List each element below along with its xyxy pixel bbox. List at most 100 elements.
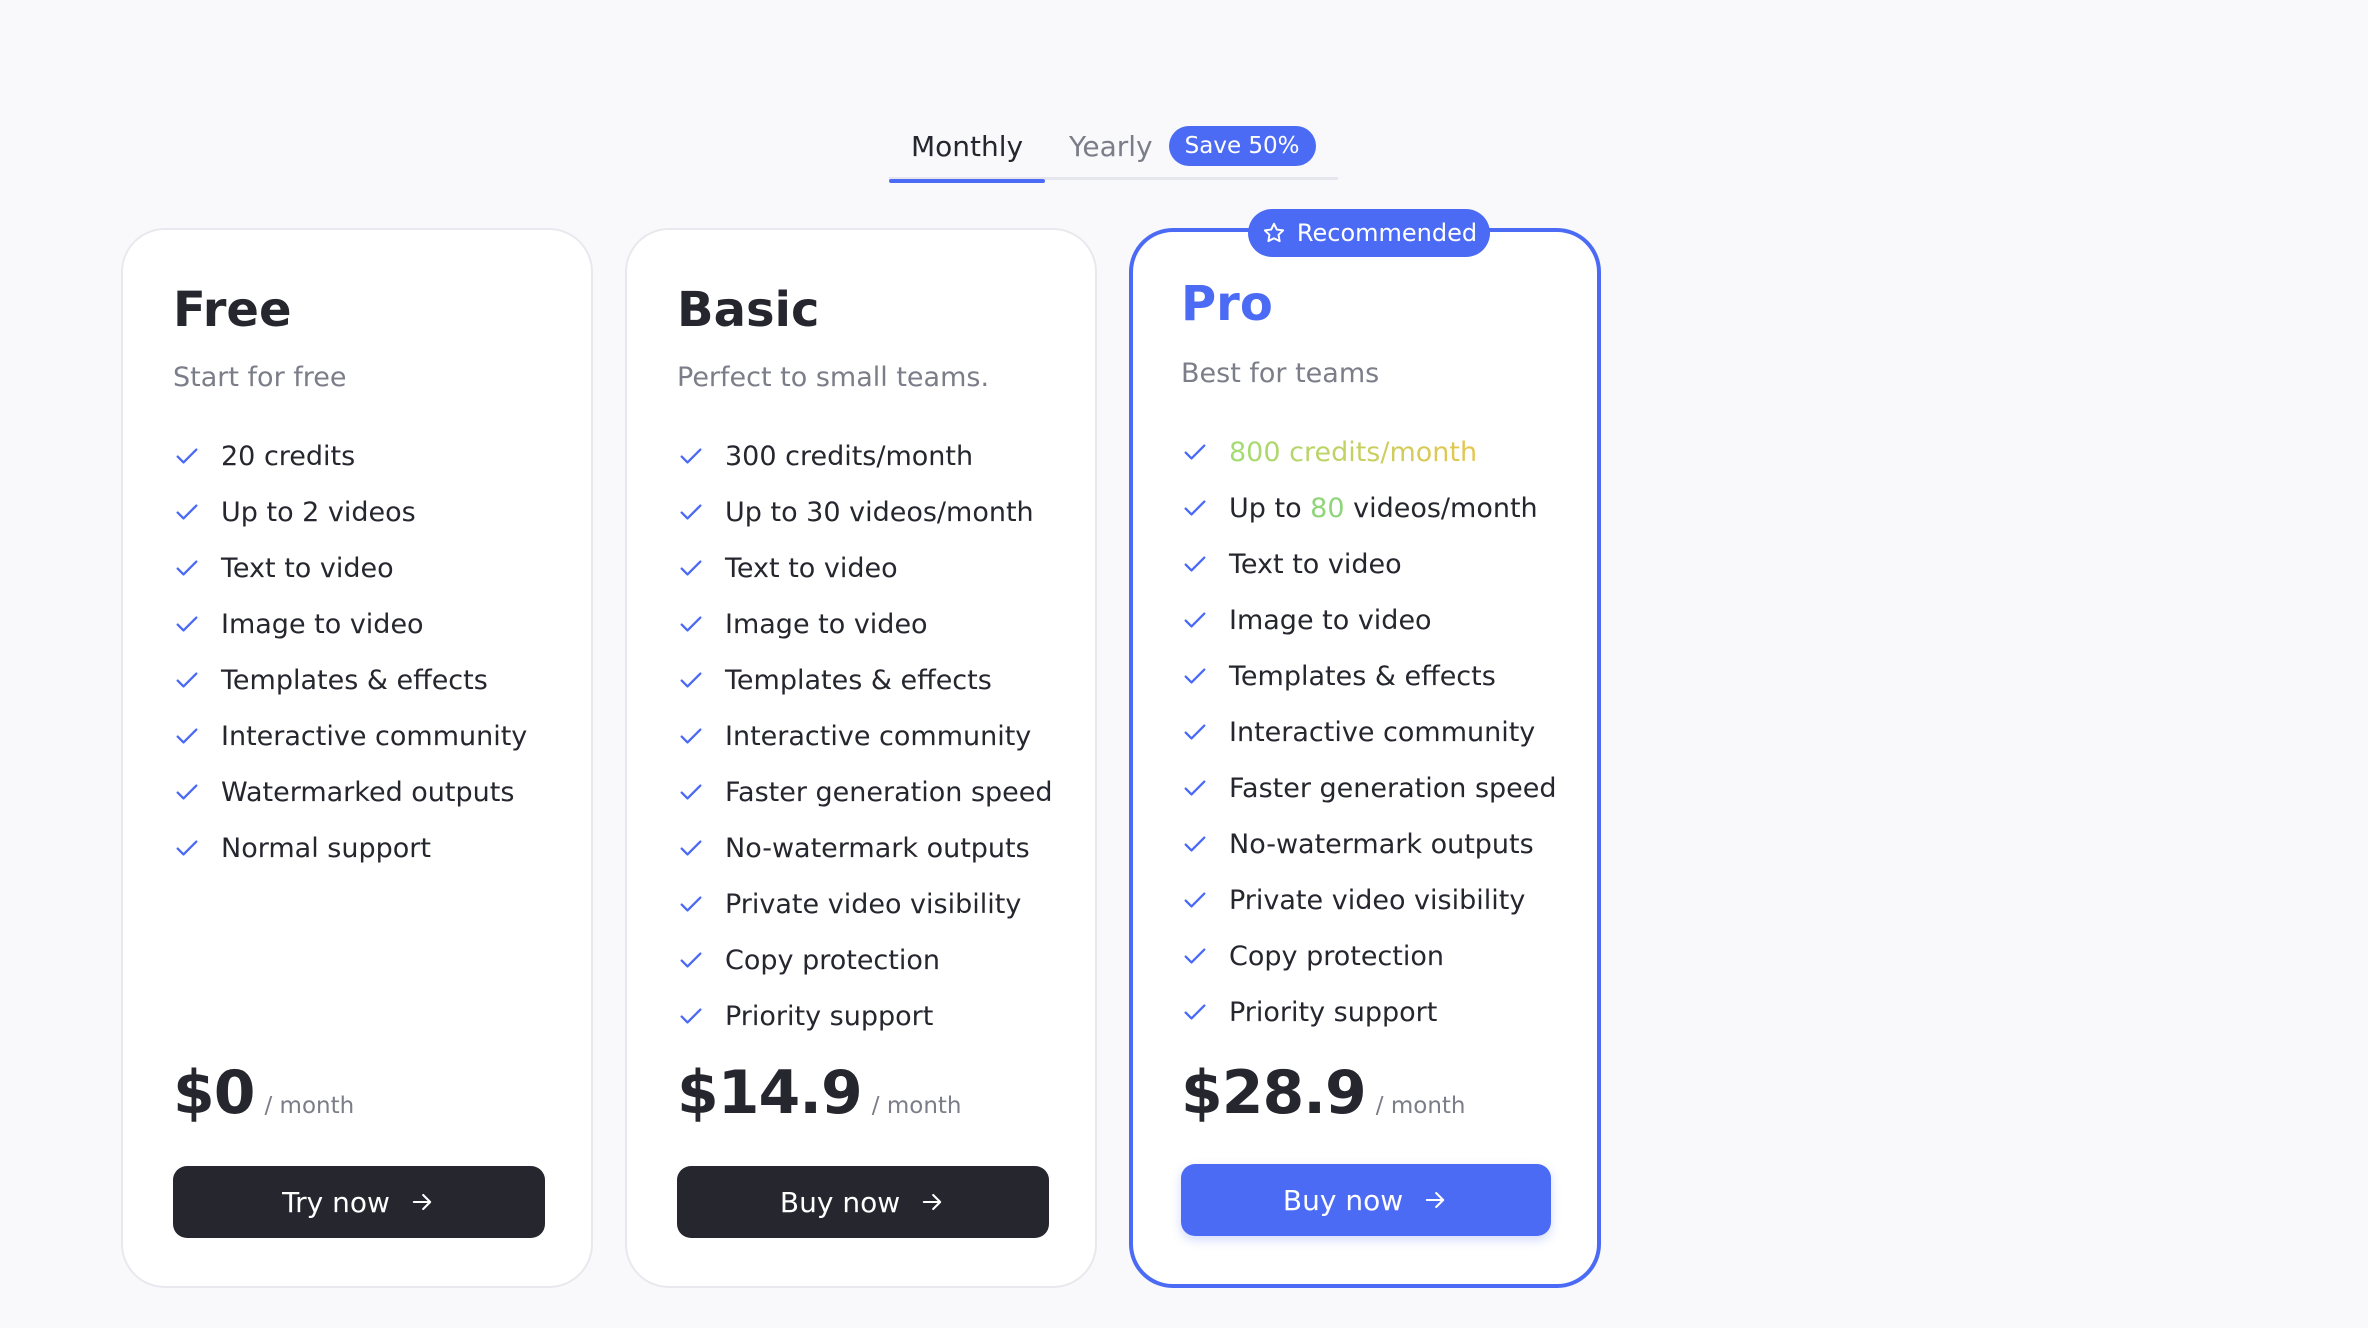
check-icon xyxy=(680,840,702,856)
cta-label: Buy now xyxy=(779,1185,901,1219)
check-icon xyxy=(1184,836,1206,852)
feature-item: 300 credits/month xyxy=(677,428,1053,484)
tab-monthly[interactable]: Monthly xyxy=(889,112,1045,183)
feature-item: Private video visibility xyxy=(1181,872,1557,928)
feature-item: Text to video xyxy=(173,540,527,596)
buy-now-button-basic[interactable]: Buy now xyxy=(677,1166,1049,1238)
feature-label: Templates & effects xyxy=(1229,660,1496,692)
check-icon xyxy=(680,728,702,744)
check-icon xyxy=(176,728,198,744)
feature-label: Templates & effects xyxy=(725,664,992,696)
feature-list: 300 credits/month Up to 30 videos/month … xyxy=(677,428,1053,1044)
feature-label: Up to 80 videos/month xyxy=(1229,493,1538,524)
check-icon xyxy=(1184,724,1206,740)
check-icon xyxy=(1184,556,1206,572)
check-icon xyxy=(1184,612,1206,628)
feature-label: Priority support xyxy=(725,1000,934,1032)
save-badge: Save 50% xyxy=(1168,126,1316,166)
feature-item: 800 credits/month xyxy=(1181,424,1557,480)
feature-item: Up to 30 videos/month xyxy=(677,484,1053,540)
check-icon xyxy=(1184,500,1206,516)
feature-label: 300 credits/month xyxy=(725,440,974,472)
arrow-right-icon xyxy=(412,1193,432,1211)
price-period: / month xyxy=(1375,1093,1466,1119)
feature-label: Text to video xyxy=(725,552,898,584)
check-icon xyxy=(176,672,198,688)
feature-item: Up to 2 videos xyxy=(173,484,527,540)
feature-item: Faster generation speed xyxy=(677,764,1053,820)
check-icon xyxy=(680,448,702,464)
plan-name: Pro xyxy=(1181,276,1273,332)
try-now-button[interactable]: Try now xyxy=(173,1166,545,1238)
check-icon xyxy=(680,952,702,968)
check-icon xyxy=(680,616,702,632)
tab-yearly-label: Yearly xyxy=(1069,129,1153,163)
feature-label: Faster generation speed xyxy=(1229,772,1557,804)
feature-item: Interactive community xyxy=(1181,704,1557,760)
buy-now-button-pro[interactable]: Buy now xyxy=(1181,1164,1551,1236)
feature-label: Interactive community xyxy=(1229,716,1536,748)
check-icon xyxy=(680,784,702,800)
price-amount: $28.9 xyxy=(1181,1058,1367,1128)
check-icon xyxy=(680,504,702,520)
feature-item: No-watermark outputs xyxy=(1181,816,1557,872)
feature-label: Templates & effects xyxy=(221,664,488,696)
feature-item: Private video visibility xyxy=(677,876,1053,932)
feature-item: Interactive community xyxy=(677,708,1053,764)
check-icon xyxy=(176,784,198,800)
feature-item: Text to video xyxy=(1181,536,1557,592)
feature-label: 20 credits xyxy=(221,440,356,472)
feature-item: Templates & effects xyxy=(1181,648,1557,704)
plan-name: Basic xyxy=(677,282,820,338)
feature-item: Priority support xyxy=(677,988,1053,1044)
feature-item: Copy protection xyxy=(677,932,1053,988)
plan-card-free: Free Start for free 20 credits Up to 2 v… xyxy=(121,228,593,1288)
feature-item: Faster generation speed xyxy=(1181,760,1557,816)
plan-description: Start for free xyxy=(173,362,347,393)
price: $28.9 / month xyxy=(1181,1058,1466,1128)
plan-name: Free xyxy=(173,282,292,338)
feature-item: Image to video xyxy=(1181,592,1557,648)
feature-label: Up to 2 videos xyxy=(221,496,416,528)
plan-description: Perfect to small teams. xyxy=(677,362,990,393)
feature-label: Copy protection xyxy=(725,944,940,976)
feature-label: Interactive community xyxy=(221,720,528,752)
price-amount: $14.9 xyxy=(677,1058,863,1128)
arrow-right-icon xyxy=(1425,1191,1445,1209)
feature-label: No-watermark outputs xyxy=(1229,828,1534,860)
plan-card-basic: Basic Perfect to small teams. 300 credit… xyxy=(625,228,1097,1288)
feature-label: Priority support xyxy=(1229,996,1438,1028)
feature-label-suffix: videos/month xyxy=(1344,492,1538,524)
feature-item: Up to 80 videos/month xyxy=(1181,480,1557,536)
cta-label: Buy now xyxy=(1282,1183,1404,1217)
check-icon xyxy=(176,448,198,464)
tab-yearly[interactable]: Yearly Save 50% xyxy=(1045,112,1316,180)
feature-item: Templates & effects xyxy=(677,652,1053,708)
feature-label: No-watermark outputs xyxy=(725,832,1030,864)
feature-item: No-watermark outputs xyxy=(677,820,1053,876)
recommended-badge: Recommended xyxy=(1248,209,1490,257)
check-icon xyxy=(1184,668,1206,684)
check-icon xyxy=(680,560,702,576)
feature-label: Text to video xyxy=(1229,548,1402,580)
feature-label: Faster generation speed xyxy=(725,776,1053,808)
feature-item: Text to video xyxy=(677,540,1053,596)
price: $0 / month xyxy=(173,1058,354,1128)
feature-label-prefix: Up to xyxy=(1229,492,1311,524)
check-icon xyxy=(680,672,702,688)
feature-label: Image to video xyxy=(725,608,928,640)
feature-item: Watermarked outputs xyxy=(173,764,527,820)
feature-list: 800 credits/month Up to 80 videos/month … xyxy=(1181,424,1557,1040)
tab-monthly-label: Monthly xyxy=(910,129,1024,163)
check-icon xyxy=(176,560,198,576)
feature-label: Image to video xyxy=(1229,604,1432,636)
feature-label: Private video visibility xyxy=(1229,884,1526,916)
check-icon xyxy=(176,840,198,856)
plan-description: Best for teams xyxy=(1181,358,1380,389)
check-icon xyxy=(680,1008,702,1024)
price-period: / month xyxy=(264,1093,355,1119)
cta-label: Try now xyxy=(282,1185,390,1219)
feature-label: Private video visibility xyxy=(725,888,1022,920)
feature-item: Image to video xyxy=(173,596,527,652)
feature-label: Watermarked outputs xyxy=(221,776,515,808)
